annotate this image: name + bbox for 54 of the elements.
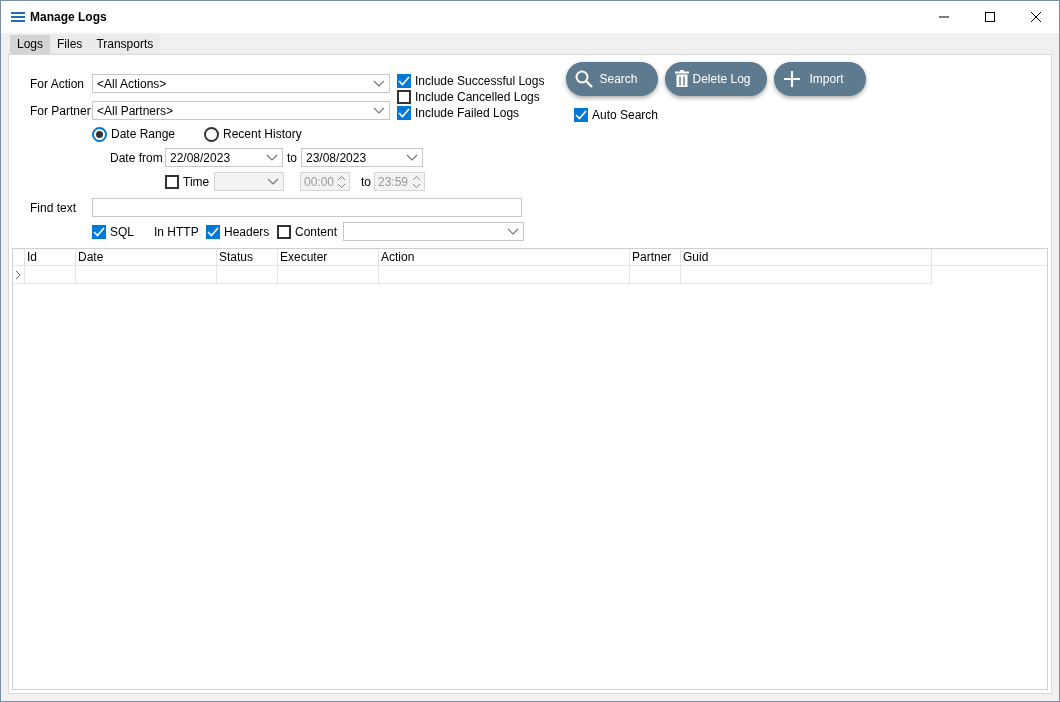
checkbox-label: Headers bbox=[224, 223, 270, 241]
column-header[interactable]: Partner bbox=[630, 249, 681, 265]
checkbox[interactable] bbox=[92, 224, 106, 239]
field-label: Time bbox=[183, 173, 210, 191]
field-label: to bbox=[361, 173, 371, 191]
checkbox[interactable] bbox=[574, 108, 588, 122]
spin-arrows-icon bbox=[337, 174, 346, 189]
date-picker[interactable]: 23/08/2023 bbox=[301, 148, 423, 167]
field-label: to bbox=[287, 149, 297, 167]
trash-icon bbox=[674, 70, 690, 88]
checkbox-label: Content bbox=[295, 223, 338, 241]
field-label: Date from bbox=[110, 149, 164, 167]
radio-label: Recent History bbox=[223, 126, 302, 143]
partner-dropdown[interactable]: <All Partners> bbox=[92, 101, 390, 120]
menu-icon bbox=[11, 12, 25, 22]
column-header[interactable]: Guid bbox=[681, 249, 932, 265]
column-header[interactable]: Date bbox=[76, 249, 217, 265]
checkbox-label: Include Successful Logs bbox=[415, 73, 545, 90]
checkbox-label: SQL bbox=[110, 223, 134, 241]
radio-button[interactable] bbox=[204, 126, 219, 142]
checkbox-label: Include Cancelled Logs bbox=[415, 89, 540, 106]
tab[interactable]: Transports bbox=[89, 35, 161, 54]
tab[interactable]: Files bbox=[50, 35, 90, 54]
row-pointer-icon bbox=[15, 269, 21, 280]
checkbox[interactable] bbox=[397, 74, 411, 88]
action-dropdown[interactable]: <All Actions> bbox=[92, 74, 390, 93]
checkbox-label: Auto Search bbox=[592, 107, 659, 124]
import-button[interactable]: Import bbox=[774, 62, 866, 96]
field-label: In HTTP bbox=[154, 223, 200, 241]
window-title: Manage Logs bbox=[30, 9, 107, 26]
search-button[interactable]: Search bbox=[566, 62, 658, 96]
maximize-icon[interactable] bbox=[985, 12, 995, 22]
column-header[interactable]: Status bbox=[217, 249, 278, 265]
column-header[interactable]: Executer bbox=[278, 249, 379, 265]
column-header[interactable]: Id bbox=[25, 249, 76, 265]
field-label: For Partner bbox=[30, 102, 92, 120]
checkbox-label: Include Failed Logs bbox=[415, 105, 520, 122]
checkbox[interactable] bbox=[277, 224, 291, 239]
field-label: Find text bbox=[30, 199, 78, 217]
search-icon bbox=[575, 70, 593, 88]
tab[interactable]: Logs bbox=[10, 35, 51, 54]
radio-button[interactable] bbox=[92, 126, 107, 142]
date-picker[interactable]: 22/08/2023 bbox=[165, 148, 283, 167]
delete-button[interactable]: Delete Log bbox=[665, 62, 767, 96]
plus-icon bbox=[783, 70, 801, 88]
spin-arrows-icon bbox=[412, 174, 421, 189]
checkbox[interactable] bbox=[397, 90, 411, 104]
checkbox[interactable] bbox=[397, 106, 411, 120]
close-icon[interactable] bbox=[1031, 12, 1041, 22]
find-text-field[interactable] bbox=[92, 198, 522, 217]
radio-label: Date Range bbox=[111, 126, 176, 143]
column-header[interactable]: Action bbox=[379, 249, 630, 265]
field-label: For Action bbox=[30, 75, 86, 93]
checkbox[interactable] bbox=[206, 224, 220, 239]
